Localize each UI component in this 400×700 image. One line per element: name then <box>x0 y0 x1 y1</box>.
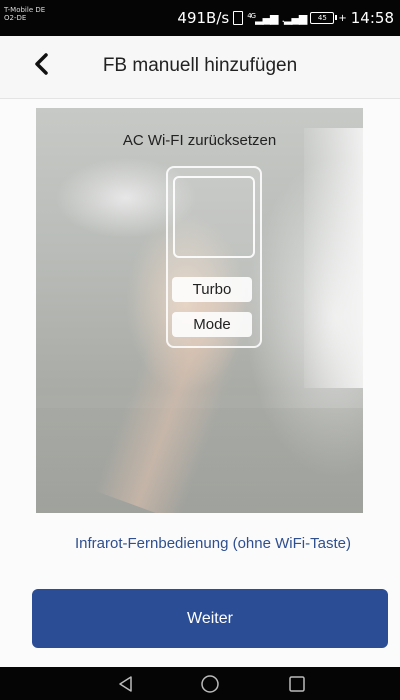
infrared-remote-link[interactable]: Infrarot-Fernbedienung (ohne WiFi-Taste) <box>75 535 351 552</box>
signal-icon: 4G▂▄▆ <box>247 11 278 25</box>
back-triangle-icon[interactable] <box>116 674 136 694</box>
status-bar: T-Mobile DE O2-DE 491B/s 4G▂▄▆ .▂▄▆ 45 +… <box>0 0 400 36</box>
carrier-info: T-Mobile DE O2-DE <box>4 6 45 22</box>
remote-control-illustration: Turbo Mode <box>166 166 262 348</box>
instruction-illustration: AC Wi-FI zurücksetzen Turbo Mode <box>36 108 363 513</box>
battery-icon: 45 <box>310 12 338 24</box>
remote-display <box>173 176 255 258</box>
battery-level: 45 <box>317 14 327 22</box>
remote-turbo-button: Turbo <box>172 277 252 302</box>
signal-icon-secondary: .▂▄▆ <box>281 11 308 25</box>
remote-mode-button: Mode <box>172 312 252 337</box>
app-header: FB manuell hinzufügen <box>0 36 400 99</box>
page-title: FB manuell hinzufügen <box>102 55 298 76</box>
network-type: 4G <box>247 11 256 20</box>
system-nav-bar <box>0 667 400 700</box>
charging-icon: + <box>338 12 347 24</box>
vibrate-icon <box>233 11 244 25</box>
clock: 14:58 <box>350 9 394 27</box>
recents-square-icon[interactable] <box>287 674 307 694</box>
network-speed: 491B/s <box>177 9 230 27</box>
status-indicators: 491B/s 4G▂▄▆ .▂▄▆ 45 + 14:58 <box>177 9 394 27</box>
carrier-line-1: T-Mobile DE <box>4 6 46 14</box>
carrier-line-2: O2-DE <box>4 14 27 22</box>
illustration-heading: AC Wi-FI zurücksetzen <box>122 132 277 149</box>
illustration-window-light <box>304 128 363 388</box>
home-circle-icon[interactable] <box>200 674 220 694</box>
continue-button[interactable]: Weiter <box>32 589 388 648</box>
